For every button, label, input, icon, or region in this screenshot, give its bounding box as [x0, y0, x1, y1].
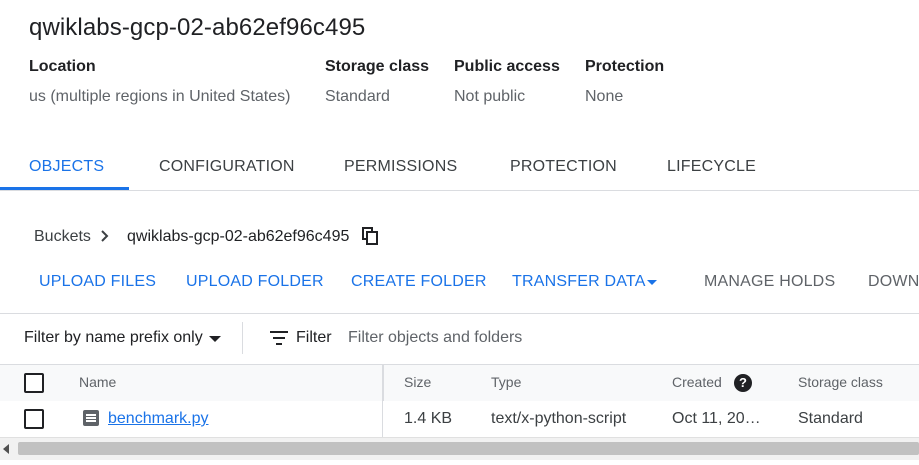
- public-access-label: Public access: [454, 58, 560, 75]
- object-created: Oct 11, 20…: [672, 410, 761, 427]
- copy-icon[interactable]: [361, 227, 379, 245]
- object-type: text/x-python-script: [491, 410, 627, 427]
- table-header: Name Size Type Created ? Storage class: [0, 364, 919, 402]
- divider: [242, 322, 243, 354]
- horizontal-scrollbar[interactable]: [0, 437, 919, 460]
- column-header-storage-class[interactable]: Storage class: [798, 374, 883, 390]
- column-header-name[interactable]: Name: [79, 374, 116, 390]
- active-tab-indicator: [0, 187, 129, 190]
- storage-class-label: Storage class: [325, 58, 430, 75]
- column-header-created[interactable]: Created: [672, 374, 722, 390]
- file-icon: [83, 410, 99, 426]
- caret-down-icon[interactable]: [209, 336, 221, 342]
- scroll-left-icon[interactable]: [3, 444, 9, 454]
- filter-mode-select[interactable]: Filter by name prefix only: [24, 329, 203, 347]
- manage-holds-button[interactable]: MANAGE HOLDS: [704, 273, 835, 291]
- tab-objects[interactable]: OBJECTS: [29, 158, 104, 176]
- tab-bar: OBJECTS CONFIGURATION PERMISSIONS PROTEC…: [0, 148, 919, 191]
- column-header-type[interactable]: Type: [491, 374, 521, 390]
- storage-class-value: Standard: [325, 88, 390, 105]
- tab-permissions[interactable]: PERMISSIONS: [344, 158, 457, 176]
- divider: [0, 313, 919, 314]
- object-storage-class: Standard: [798, 410, 863, 427]
- breadcrumb-current: qwiklabs-gcp-02-ab62ef96c495: [127, 228, 350, 245]
- protection-label: Protection: [585, 58, 665, 75]
- column-header-size[interactable]: Size: [404, 374, 431, 390]
- create-folder-button[interactable]: CREATE FOLDER: [351, 273, 487, 291]
- filter-label: Filter: [296, 329, 332, 346]
- tab-lifecycle[interactable]: LIFECYCLE: [667, 158, 756, 176]
- filter-icon: [270, 331, 288, 345]
- tab-configuration[interactable]: CONFIGURATION: [159, 158, 295, 176]
- transfer-data-button[interactable]: TRANSFER DATA: [512, 273, 646, 291]
- page-title: qwiklabs-gcp-02-ab62ef96c495: [29, 14, 366, 41]
- object-size: 1.4 KB: [404, 410, 453, 427]
- tab-protection[interactable]: PROTECTION: [510, 158, 617, 176]
- download-button[interactable]: DOWNL: [868, 273, 919, 291]
- help-icon[interactable]: ?: [734, 374, 752, 392]
- object-name-link[interactable]: benchmark.py: [108, 410, 209, 428]
- location-value: us (multiple regions in United States): [29, 88, 291, 105]
- filter-input[interactable]: [340, 322, 756, 354]
- location-label: Location: [29, 58, 96, 75]
- row-checkbox[interactable]: [24, 409, 44, 429]
- chevron-down-icon[interactable]: [647, 280, 657, 285]
- table-row: benchmark.py 1.4 KB text/x-python-script…: [0, 401, 919, 438]
- divider: [382, 401, 383, 437]
- upload-folder-button[interactable]: UPLOAD FOLDER: [186, 273, 324, 291]
- chevron-right-icon: [101, 230, 109, 242]
- public-access-value: Not public: [454, 88, 526, 105]
- select-all-checkbox[interactable]: [24, 373, 44, 393]
- scrollbar-thumb[interactable]: [18, 442, 919, 455]
- breadcrumb-buckets-link[interactable]: Buckets: [34, 228, 91, 246]
- column-resize-handle[interactable]: [382, 365, 384, 401]
- upload-files-button[interactable]: UPLOAD FILES: [39, 273, 156, 291]
- protection-value: None: [585, 88, 624, 105]
